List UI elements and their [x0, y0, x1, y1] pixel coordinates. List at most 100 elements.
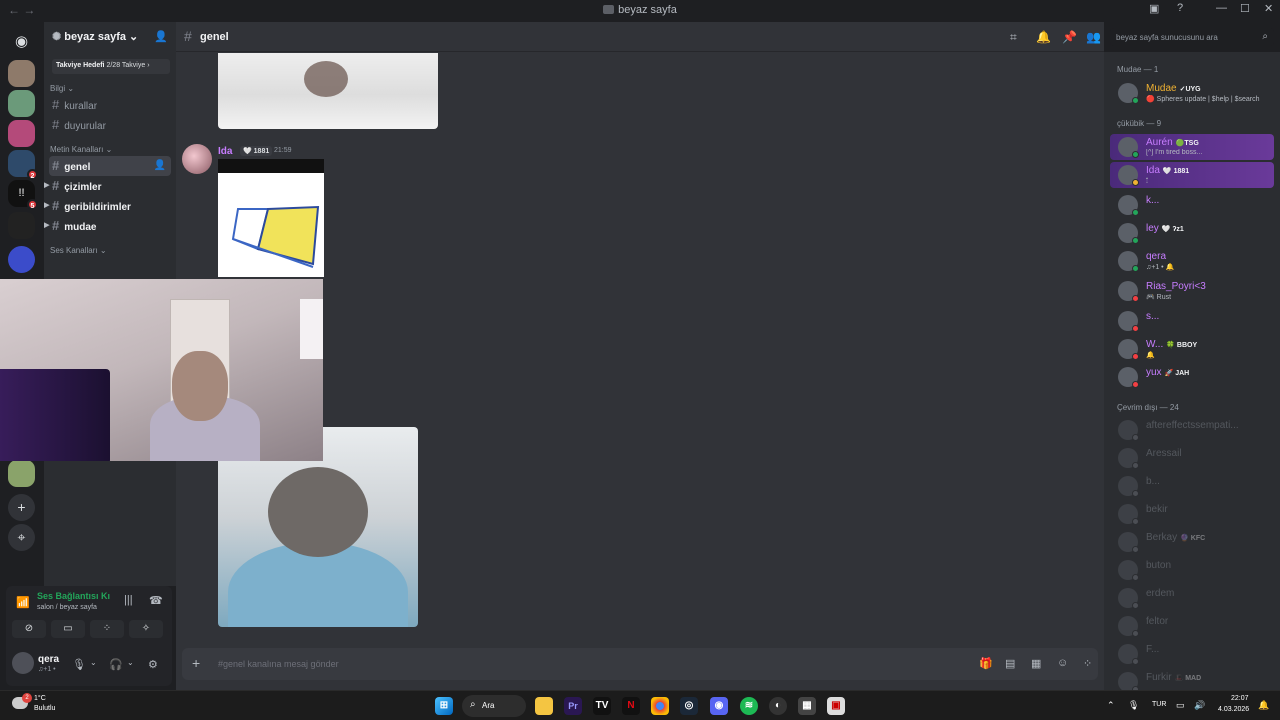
spotify-icon[interactable]: ≋: [740, 697, 758, 715]
settings-gear-icon[interactable]: ⚙: [148, 658, 158, 671]
member-row[interactable]: Aressail: [1110, 445, 1274, 471]
netflix-icon[interactable]: N: [622, 697, 640, 715]
help-icon[interactable]: ?: [1177, 2, 1183, 14]
add-attachment-icon[interactable]: +: [192, 655, 200, 671]
tradingview-icon[interactable]: TV: [593, 697, 611, 715]
apps-icon[interactable]: ⁘: [1083, 657, 1092, 670]
message-input[interactable]: #genel kanalına mesaj gönder: [218, 659, 339, 669]
microphone-icon[interactable]: 🎙: [1128, 700, 1139, 711]
invite-icon[interactable]: 👤: [154, 156, 166, 176]
start-icon[interactable]: ⊞: [435, 697, 453, 715]
member-row[interactable]: s...: [1110, 308, 1274, 334]
drawing-image-attachment[interactable]: [218, 159, 324, 277]
minimize-icon[interactable]: —: [1216, 2, 1227, 14]
message-composer[interactable]: + #genel kanalına mesaj gönder 🎁 ▤ ▦ ☺ ⁘: [182, 648, 1098, 680]
clock-date[interactable]: 4.03.2026: [1218, 706, 1249, 713]
gif-icon[interactable]: ▤: [1005, 657, 1015, 670]
member-row[interactable]: buton: [1110, 557, 1274, 583]
calculator-icon[interactable]: ▦: [798, 697, 816, 715]
avatar[interactable]: [182, 144, 212, 174]
member-row[interactable]: erdem: [1110, 585, 1274, 611]
chevron-down-icon[interactable]: ⌄: [127, 658, 134, 667]
taskbar-search[interactable]: ⌕ Ara: [462, 695, 526, 717]
server-icon-5[interactable]: !! 5: [8, 180, 38, 210]
member-row[interactable]: Mudae ✓UYG 🔴 Spheres update | $help | $sea…: [1110, 80, 1274, 106]
emoji-icon[interactable]: ☺: [1057, 657, 1068, 669]
soundboard-button[interactable]: ✧: [129, 620, 163, 638]
pin-icon[interactable]: 📌: [1062, 30, 1077, 44]
category-bilgi[interactable]: Bilgi ⌄: [50, 84, 176, 93]
chevron-down-icon[interactable]: ⌄: [90, 658, 97, 667]
screen-share-button[interactable]: ▭: [51, 620, 85, 638]
category-ses[interactable]: Ses Kanalları ⌄: [50, 246, 176, 255]
threads-icon[interactable]: ⌗: [1010, 30, 1017, 45]
server-header[interactable]: ✺ beyaz sayfa ⌄ 👤: [44, 22, 176, 52]
members-list-icon[interactable]: 👥: [1086, 30, 1101, 44]
tray-chevron-icon[interactable]: ⌃: [1107, 700, 1115, 711]
member-row[interactable]: Rias_Poyri<3 🎮 Rust: [1110, 278, 1274, 304]
avatar[interactable]: [12, 652, 34, 674]
clock-time[interactable]: 22:07: [1231, 695, 1249, 702]
member-row[interactable]: Berkay 🔮 KFC: [1110, 529, 1274, 555]
file-explorer-icon[interactable]: [535, 697, 553, 715]
server-icon-6[interactable]: [8, 212, 35, 239]
webcam-overlay[interactable]: [0, 279, 323, 461]
folder-icon[interactable]: [8, 246, 35, 273]
obs-icon[interactable]: ◐: [769, 697, 787, 715]
chrome-icon[interactable]: [651, 697, 669, 715]
sticker-icon[interactable]: ▦: [1031, 657, 1041, 670]
discord-icon[interactable]: ◉: [710, 697, 728, 715]
member-row[interactable]: Ida 🤍 1881 🕯: [1110, 162, 1274, 188]
signal-icon[interactable]: 📶: [16, 596, 30, 609]
inbox-icon[interactable]: ▣: [1149, 2, 1159, 15]
gift-icon[interactable]: 🎁: [979, 657, 993, 670]
member-row[interactable]: ley 🤍 ʔz1: [1110, 220, 1274, 246]
member-row[interactable]: feltor: [1110, 613, 1274, 639]
channel-genel[interactable]: # genel 👤: [49, 156, 171, 176]
app-icon[interactable]: ▣: [827, 697, 845, 715]
volume-icon[interactable]: 🔊: [1194, 700, 1205, 711]
language-indicator[interactable]: TUR: [1152, 701, 1166, 708]
member-row[interactable]: yux 🚀 JAH: [1110, 364, 1274, 390]
invite-icon[interactable]: 👤: [154, 30, 168, 43]
channel-cizimler[interactable]: ▶ # çizimler: [44, 176, 171, 196]
category-metin[interactable]: Metin Kanalları ⌄: [50, 145, 176, 154]
channel-geribildirimler[interactable]: ▶ # geribildirimler: [44, 196, 171, 216]
guild-tag[interactable]: 🤍 1881: [240, 146, 273, 156]
close-icon[interactable]: ✕: [1264, 2, 1273, 15]
notifications-icon[interactable]: 🔔: [1258, 700, 1269, 711]
member-row[interactable]: bekir: [1110, 501, 1274, 527]
maximize-icon[interactable]: ☐: [1240, 2, 1250, 15]
noise-suppression-icon[interactable]: |||: [124, 594, 133, 606]
member-row[interactable]: Aurén 🟢TSG [^] I'm tired boss...: [1110, 134, 1274, 160]
camera-off-button[interactable]: ⊘: [12, 620, 46, 638]
premiere-icon[interactable]: Pr: [564, 697, 582, 715]
server-icon-4[interactable]: 2: [8, 150, 38, 180]
activities-button[interactable]: ⁘: [90, 620, 124, 638]
server-icon-3[interactable]: [8, 120, 35, 147]
boost-goal[interactable]: Takviye Hedefi 2/28 Takviye ›: [52, 59, 170, 74]
voice-location[interactable]: salon / beyaz sayfa: [37, 604, 97, 611]
network-icon[interactable]: ▭: [1176, 700, 1185, 711]
member-row[interactable]: W... 🍀 BBOY 🔔: [1110, 336, 1274, 362]
server-icon-1[interactable]: [8, 60, 35, 87]
member-row[interactable]: b...: [1110, 473, 1274, 499]
member-row[interactable]: aftereffectssempati...: [1110, 417, 1274, 443]
member-row[interactable]: F...: [1110, 641, 1274, 667]
disconnect-icon[interactable]: ☎: [149, 594, 163, 607]
discord-home-icon[interactable]: ◉: [8, 28, 35, 55]
microphone-icon[interactable]: 🎙: [72, 658, 86, 671]
server-search-input[interactable]: beyaz sayfa sunucusunu ara ⌕: [1110, 28, 1274, 46]
add-server-icon[interactable]: +: [8, 494, 35, 521]
server-icon-2[interactable]: [8, 90, 35, 117]
member-row[interactable]: k...: [1110, 192, 1274, 218]
message-author[interactable]: Ida: [218, 146, 232, 157]
bell-icon[interactable]: 🔔: [1036, 30, 1051, 44]
channel-kurallar[interactable]: # kurallar: [49, 95, 171, 115]
member-row[interactable]: Furkir 🎩 MAD: [1110, 669, 1274, 690]
channel-duyurular[interactable]: # duyurular: [49, 115, 171, 135]
headphones-icon[interactable]: 🎧: [109, 658, 123, 671]
discover-icon[interactable]: ⌖: [8, 524, 35, 551]
cat-image-attachment[interactable]: [218, 53, 438, 129]
channel-mudae[interactable]: ▶ # mudae: [44, 216, 171, 236]
